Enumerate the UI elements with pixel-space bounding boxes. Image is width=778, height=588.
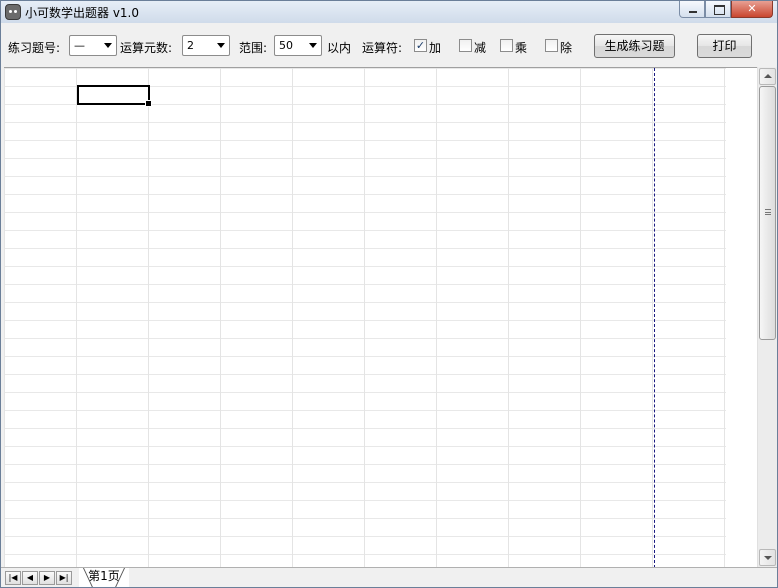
generate-exercises-button[interactable]: 生成练习题 xyxy=(594,34,675,58)
title-bar[interactable]: 小可数学出题器 v1.0 xyxy=(1,1,777,23)
first-sheet-button[interactable]: |◀ xyxy=(5,571,21,585)
operator-sub-checkbox[interactable] xyxy=(459,39,472,52)
tab-bar-empty xyxy=(133,570,757,585)
sheet-tab-bar: |◀ ◀ ▶ ▶| 第1页 xyxy=(1,567,777,587)
selected-cell[interactable] xyxy=(77,85,152,107)
close-button[interactable] xyxy=(731,1,773,18)
app-window: 小可数学出题器 v1.0 练习题号: — 运算元数: 2 范围: 50 以内 运… xyxy=(0,0,778,588)
operator-add-checkbox[interactable]: ✓ xyxy=(414,39,427,52)
scrollbar-thumb[interactable] xyxy=(759,86,776,340)
range-label: 范围: xyxy=(239,41,268,55)
maximize-button[interactable] xyxy=(705,1,731,18)
chevron-down-icon xyxy=(104,43,112,48)
scroll-down-button[interactable] xyxy=(759,549,776,566)
scroll-up-button[interactable] xyxy=(759,68,776,85)
operands-label: 运算元数: xyxy=(120,41,173,55)
minimize-button[interactable] xyxy=(679,1,705,18)
worksheet-area[interactable] xyxy=(4,67,757,567)
window-controls xyxy=(679,1,773,18)
exercise-no-select[interactable]: — xyxy=(69,35,117,56)
operator-sub-label: 减 xyxy=(474,41,487,55)
range-suffix: 以内 xyxy=(327,41,352,55)
operator-div-label: 除 xyxy=(560,41,573,55)
sheet-tab-page1[interactable]: 第1页 xyxy=(79,568,129,587)
operator-div-checkbox[interactable] xyxy=(545,39,558,52)
chevron-down-icon xyxy=(309,43,317,48)
operator-mul-label: 乘 xyxy=(515,41,528,55)
window-title: 小可数学出题器 v1.0 xyxy=(25,6,140,20)
operands-value: 2 xyxy=(187,39,194,52)
operator-add-label: 加 xyxy=(429,41,442,55)
print-button[interactable]: 打印 xyxy=(697,34,752,58)
prev-sheet-button[interactable]: ◀ xyxy=(22,571,38,585)
exercise-no-value: — xyxy=(74,39,85,52)
exercise-no-label: 练习题号: xyxy=(8,41,61,55)
toolbar: 练习题号: — 运算元数: 2 范围: 50 以内 运算符: ✓ 加 减 乘 除… xyxy=(1,23,777,67)
operators-label: 运算符: xyxy=(362,41,403,55)
operator-mul-checkbox[interactable] xyxy=(500,39,513,52)
page-break-line xyxy=(654,68,655,567)
vertical-scrollbar[interactable] xyxy=(757,67,777,567)
grip-icon xyxy=(765,209,771,215)
range-value: 50 xyxy=(279,39,293,52)
app-cat-icon xyxy=(5,4,21,20)
next-sheet-button[interactable]: ▶ xyxy=(39,571,55,585)
last-sheet-button[interactable]: ▶| xyxy=(56,571,72,585)
chevron-down-icon xyxy=(217,43,225,48)
operands-select[interactable]: 2 xyxy=(182,35,230,56)
cell-grid[interactable] xyxy=(4,68,726,567)
range-select[interactable]: 50 xyxy=(274,35,322,56)
